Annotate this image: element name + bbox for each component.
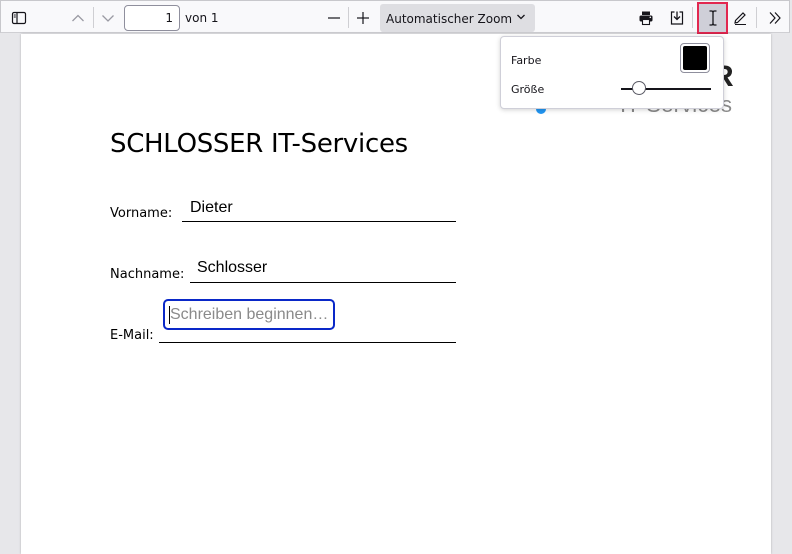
text-cursor-icon (709, 10, 716, 26)
field-underline-email (159, 342, 456, 343)
double-chevron-right-icon (769, 11, 781, 24)
pencil-icon (734, 11, 746, 25)
field-value-vorname[interactable]: Dieter (190, 199, 233, 217)
toolbar-divider (692, 7, 693, 28)
field-label-nachname: Nachname: (110, 267, 185, 282)
color-label: Farbe (511, 54, 542, 67)
size-slider-thumb[interactable] (632, 81, 647, 95)
zoom-select-value: Automatischer Zoom (386, 12, 513, 26)
text-editor-button[interactable] (697, 2, 728, 34)
field-underline-vorname (182, 221, 456, 222)
chevron-down-icon (102, 14, 114, 22)
toolbar-divider (93, 7, 94, 28)
toolbar-divider (756, 7, 757, 28)
color-swatch (683, 46, 707, 70)
more-tools-button[interactable] (762, 5, 788, 30)
minus-icon (328, 16, 340, 19)
chevron-up-icon (72, 14, 84, 21)
sidebar-icon (11, 11, 27, 24)
save-button[interactable] (664, 5, 690, 30)
pdf-toolbar: 1 von 1 Automatischer Zoom (0, 0, 790, 34)
size-label: Größe (511, 83, 545, 96)
draw-button[interactable] (727, 5, 753, 30)
plus-icon (357, 11, 369, 24)
zoom-select[interactable]: Automatischer Zoom (380, 4, 535, 32)
zoom-in-button[interactable] (350, 5, 376, 30)
freetext-placeholder: Schreiben beginnen… (170, 306, 329, 323)
sidebar-toggle-button[interactable] (6, 5, 32, 30)
print-button[interactable] (633, 5, 659, 30)
freetext-input[interactable]: Schreiben beginnen… (163, 299, 335, 330)
document-title: SCHLOSSER IT-Services (110, 129, 408, 159)
field-label-vorname: Vorname: (110, 206, 173, 221)
next-page-button[interactable] (95, 5, 121, 30)
toolbar-divider (348, 7, 349, 28)
page-number-input[interactable]: 1 (124, 5, 180, 31)
color-picker[interactable] (680, 43, 710, 73)
chevron-down-icon (517, 14, 525, 20)
previous-page-button[interactable] (65, 5, 91, 30)
text-editor-params-popup: Farbe Größe (500, 36, 724, 109)
download-icon (670, 10, 684, 25)
field-value-nachname[interactable]: Schlosser (197, 259, 267, 277)
page-count-label: von 1 (185, 11, 219, 25)
zoom-out-button[interactable] (321, 5, 347, 30)
field-underline-nachname (190, 282, 456, 283)
field-label-email: E-Mail: (110, 328, 154, 343)
printer-icon (639, 11, 653, 25)
